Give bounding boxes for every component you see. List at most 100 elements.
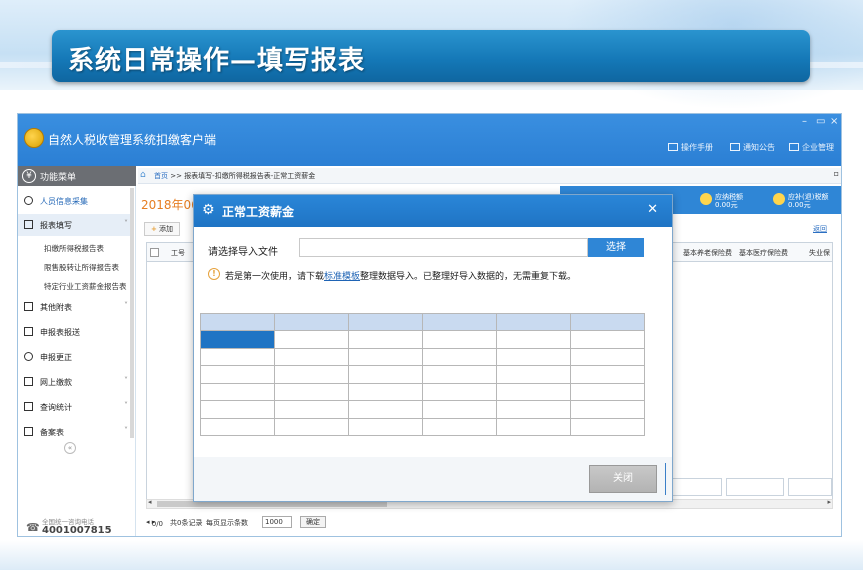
chevron-down-icon: ˅ xyxy=(124,376,128,385)
grid-cell[interactable] xyxy=(274,400,349,419)
slide-footer-decoration xyxy=(0,540,863,570)
minimize-button[interactable]: – xyxy=(802,116,807,127)
grid-cell[interactable] xyxy=(200,417,275,437)
grid-cell[interactable] xyxy=(200,347,275,367)
grid-cell[interactable] xyxy=(422,400,497,419)
grid-cell[interactable] xyxy=(274,312,349,332)
grid-cell[interactable] xyxy=(422,417,497,437)
notice-link[interactable]: 通知公告 xyxy=(730,142,775,153)
sidebar-scrollbar[interactable] xyxy=(130,188,134,438)
column-header-unemployment[interactable]: 失业保 xyxy=(809,248,830,258)
chevron-down-icon: ˅ xyxy=(124,426,128,435)
grid-cell[interactable] xyxy=(496,382,571,402)
grid-cell[interactable] xyxy=(274,347,349,367)
grid-cell[interactable] xyxy=(570,347,645,367)
page-size-confirm-button[interactable]: 确定 xyxy=(300,516,326,528)
sidebar-item-payment[interactable]: 网上缴款 ˅ xyxy=(18,371,132,393)
sidebar-item-query[interactable]: 查询统计 ˅ xyxy=(18,396,132,418)
grid-cell[interactable] xyxy=(496,347,571,367)
home-icon[interactable]: ⌂ xyxy=(140,170,146,180)
restore-panel-icon[interactable]: ▫ xyxy=(834,169,839,178)
grid-cell[interactable] xyxy=(348,312,423,332)
grid-cell[interactable] xyxy=(348,347,423,367)
grid-cell[interactable] xyxy=(570,312,645,332)
grid-cell[interactable] xyxy=(348,400,423,419)
grid-cell[interactable] xyxy=(200,382,275,402)
grid-cell[interactable] xyxy=(200,365,275,384)
grid-cell[interactable] xyxy=(274,365,349,384)
add-button[interactable]: + 添加 xyxy=(144,222,180,236)
grid-cell[interactable] xyxy=(274,382,349,402)
grid-cell[interactable] xyxy=(422,382,497,402)
select-all-checkbox[interactable] xyxy=(150,248,159,257)
tax-payable: 应纳税额 0.00元 xyxy=(700,193,743,209)
dialog-title: 正常工资薪金 xyxy=(222,205,295,219)
grid-cell[interactable] xyxy=(200,400,275,419)
download-template-link[interactable]: 标准模板 xyxy=(324,272,360,282)
yen-icon: ¥ xyxy=(22,169,36,183)
grid-cell[interactable] xyxy=(200,312,275,332)
grid-cell[interactable] xyxy=(496,417,571,437)
selected-cell[interactable] xyxy=(200,330,275,349)
period-label: 2018年06 xyxy=(141,198,199,212)
page-size-label: 每页显示条数 xyxy=(206,519,248,527)
grid-cell[interactable] xyxy=(348,365,423,384)
page-indicator[interactable]: ◂ 0/0 ▸ xyxy=(146,518,163,528)
file-path-input[interactable] xyxy=(299,238,588,257)
piggy-icon xyxy=(700,193,712,205)
grid-cell[interactable] xyxy=(496,312,571,332)
grid-cell[interactable] xyxy=(422,365,497,384)
scroll-left-icon[interactable]: ◂ xyxy=(148,498,152,506)
scroll-right-icon[interactable]: ▸ xyxy=(827,498,831,506)
column-header-medical[interactable]: 基本医疗保险费 xyxy=(739,248,788,258)
grid-cell[interactable] xyxy=(496,365,571,384)
close-icon[interactable]: ✕ xyxy=(647,202,658,217)
emblem-icon xyxy=(24,128,44,148)
grid-cell[interactable] xyxy=(274,330,349,349)
total-cell xyxy=(788,478,832,496)
book-icon xyxy=(668,143,678,151)
grid-cell[interactable] xyxy=(274,417,349,437)
grid-cell[interactable] xyxy=(348,382,423,402)
grid-cell[interactable] xyxy=(496,330,571,349)
chevron-down-icon: ˅ xyxy=(124,219,128,228)
company-link[interactable]: 企业管理 xyxy=(789,142,834,153)
grid-cell[interactable] xyxy=(496,400,571,419)
sidebar-item-report-fill[interactable]: 报表填写 ˅ xyxy=(18,214,132,236)
close-dialog-button[interactable]: 关闭 xyxy=(589,465,657,493)
choose-file-button[interactable]: 选择 xyxy=(588,238,644,257)
grid-cell[interactable] xyxy=(570,400,645,419)
grid-cell[interactable] xyxy=(348,417,423,437)
grid-cell[interactable] xyxy=(570,365,645,384)
sidebar-item-correction[interactable]: 申报更正 xyxy=(18,346,132,368)
page-size-input[interactable]: 1000 xyxy=(262,516,292,528)
mail-icon xyxy=(730,143,740,151)
column-header-pension[interactable]: 基本养老保险费 xyxy=(683,248,732,258)
close-window-button[interactable]: × xyxy=(830,116,838,127)
breadcrumb-home-link[interactable]: 首页 xyxy=(154,172,168,180)
app-title: 自然人税收管理系统扣缴客户端 xyxy=(48,133,217,147)
preview-grid xyxy=(200,312,645,437)
maximize-button[interactable]: ▭ xyxy=(816,116,825,127)
sidebar-item-personnel[interactable]: 人员信息采集 xyxy=(18,190,132,212)
manual-link[interactable]: 操作手册 xyxy=(668,142,713,153)
person-icon xyxy=(24,196,33,205)
sidebar-subitem-restricted-shares[interactable]: 限售股转让所得报告表 xyxy=(44,262,119,273)
return-link[interactable]: 返回 xyxy=(813,224,827,234)
column-header-id[interactable]: 工号 xyxy=(171,248,185,258)
sidebar-subitem-withholding[interactable]: 扣缴所得税报告表 xyxy=(44,243,104,254)
sidebar-header[interactable]: ¥ 功能菜单 xyxy=(18,166,136,186)
sidebar-item-other-schedules[interactable]: 其他附表 ˅ xyxy=(18,296,132,318)
collapse-icon[interactable]: « xyxy=(64,442,76,454)
grid-cell[interactable] xyxy=(570,382,645,402)
grid-cell[interactable] xyxy=(570,417,645,437)
sidebar-subitem-special-industry[interactable]: 特定行业工资薪金报告表 xyxy=(44,281,127,292)
sidebar-item-record[interactable]: 备案表 ˅ xyxy=(18,421,132,443)
grid-cell[interactable] xyxy=(422,312,497,332)
grid-cell[interactable] xyxy=(422,347,497,367)
sidebar: ¥ 功能菜单 人员信息采集 报表填写 ˅ 扣缴所得税报告表 限售股转让所得报告表… xyxy=(18,166,136,536)
grid-cell[interactable] xyxy=(422,330,497,349)
sidebar-item-submit[interactable]: 申报表报送 xyxy=(18,321,132,343)
grid-cell[interactable] xyxy=(570,330,645,349)
grid-cell[interactable] xyxy=(348,330,423,349)
